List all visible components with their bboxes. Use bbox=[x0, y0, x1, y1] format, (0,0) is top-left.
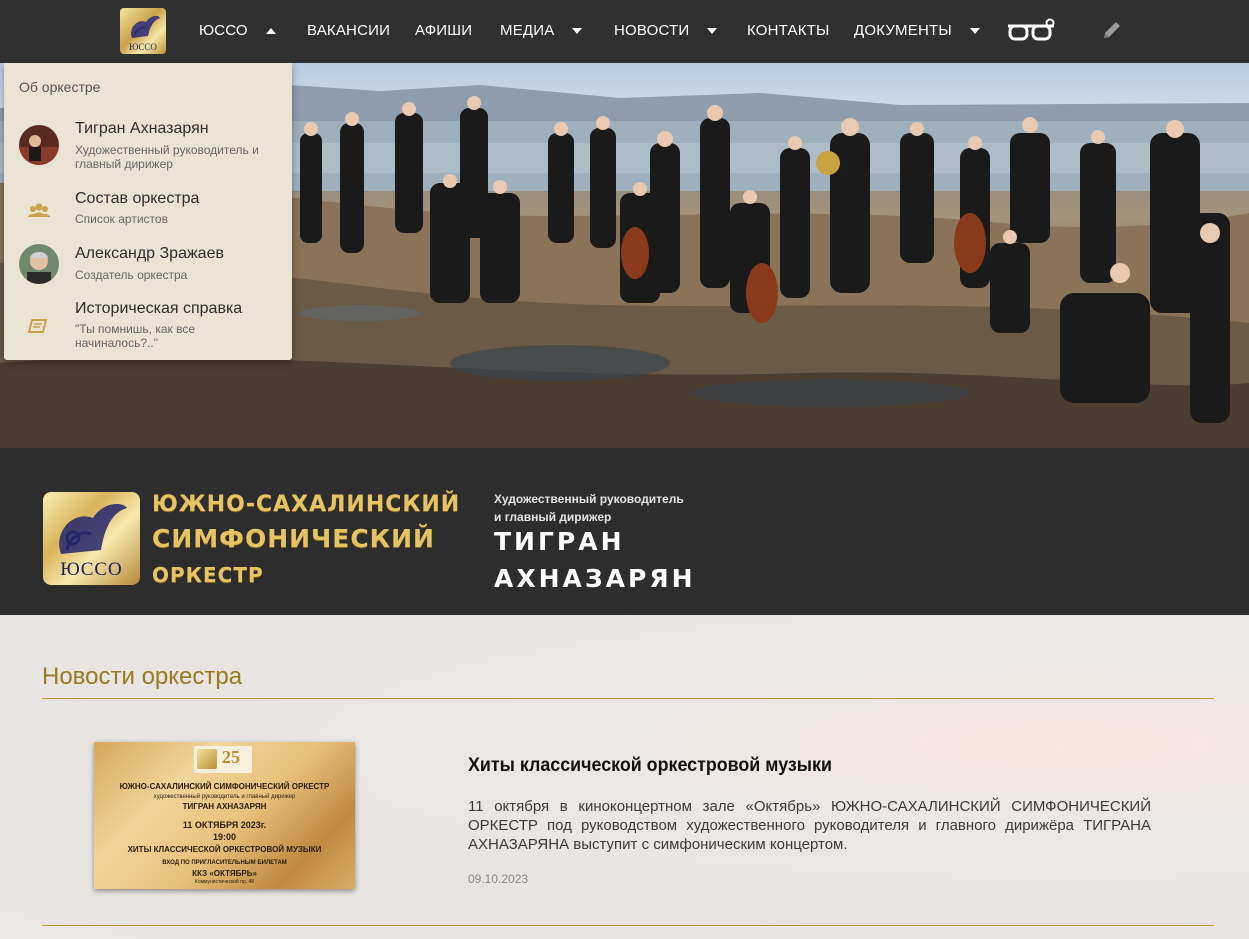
nav-item-vacancies[interactable]: ВАКАНСИИ bbox=[307, 0, 390, 63]
news-poster-image[interactable]: 25 ЮЖНО-САХАЛИНСКИЙ СИМФОНИЧЕСКИЙ ОРКЕСТ… bbox=[94, 742, 355, 889]
usso-dropdown-menu: Об оркестре Тигран Ахназарян Художествен… bbox=[4, 63, 292, 360]
poster-logo bbox=[197, 749, 217, 769]
logo-text: ЮССО bbox=[60, 559, 123, 580]
orchestra-logo[interactable]: ЮССО bbox=[43, 492, 140, 585]
poster-badge-number: 25 bbox=[222, 747, 240, 767]
caret-down-icon bbox=[572, 28, 583, 35]
orchestra-name-line3: ОРКЕСТР bbox=[152, 563, 264, 587]
orchestra-name-line2: СИМФОНИЧЕСКИЙ bbox=[152, 524, 435, 553]
dropdown-item-title: Историческая справка bbox=[75, 300, 243, 317]
nav-item-documents[interactable]: ДОКУМЕНТЫ bbox=[854, 0, 980, 63]
nav-item-media[interactable]: МЕДИА bbox=[500, 0, 583, 63]
nav-item-label: НОВОСТИ bbox=[614, 22, 690, 39]
nav-item-contacts[interactable]: КОНТАКТЫ bbox=[747, 0, 830, 63]
nav-item-label: МЕДИА bbox=[500, 22, 555, 39]
nav-item-label: ЮССО bbox=[199, 22, 248, 39]
dropdown-item-founder[interactable]: Александр Зражаев Создатель оркестра bbox=[4, 243, 292, 295]
dropdown-item-subtitle: "Ты помнишь, как все начиналось?.." bbox=[75, 322, 196, 350]
orchestra-name-line1: ЮЖНО-САХАЛИНСКИЙ bbox=[152, 492, 461, 517]
nav-item-news[interactable]: НОВОСТИ bbox=[614, 0, 718, 63]
nav-item-label: КОНТАКТЫ bbox=[747, 22, 830, 39]
poster-line: Коммунистический пр. 48 bbox=[194, 879, 255, 885]
dropdown-item-title: Состав оркестра bbox=[75, 190, 200, 207]
conductor-name-line1: ТИГРАН bbox=[494, 527, 625, 556]
nav-item-label: ДОКУМЕНТЫ bbox=[854, 22, 952, 39]
people-icon bbox=[26, 201, 52, 221]
dropdown-item-subtitle: Список артистов bbox=[75, 212, 168, 226]
dropdown-item-history[interactable]: Историческая справка "Ты помнишь, как вс… bbox=[4, 297, 292, 350]
caret-up-icon bbox=[265, 28, 276, 35]
news-item-date: 09.10.2023 bbox=[468, 872, 529, 886]
scroll-icon bbox=[26, 316, 52, 336]
dropdown-item-conductor[interactable]: Тигран Ахназарян Художественный руководи… bbox=[4, 119, 292, 171]
news-section: Новости оркестра 25 ЮЖНО-САХАЛИНСКИЙ СИМ… bbox=[0, 615, 1249, 939]
dropdown-item-title: Тигран Ахназарян bbox=[75, 120, 209, 137]
poster-line: 11 ОКТЯБРЯ 2023г. bbox=[182, 820, 267, 830]
poster-line: ККЗ «ОКТЯБРЬ» bbox=[192, 869, 257, 878]
divider bbox=[42, 698, 1214, 699]
poster-line: ТИГРАН АХНАЗАРЯН bbox=[182, 802, 267, 811]
news-item-body: 11 октября в киноконцертном зале «Октябр… bbox=[468, 798, 1151, 853]
top-navbar: ЮССО ЮССО ВАКАНСИИ АФИШИ МЕДИА НОВОСТИ К… bbox=[0, 0, 1249, 63]
caret-down-icon bbox=[707, 28, 718, 35]
conductor-name-line2: АХНАЗАРЯН bbox=[494, 564, 696, 593]
conductor-role-line1: Художественный руководитель bbox=[494, 492, 684, 506]
poster-badge: 25 bbox=[194, 746, 252, 773]
nav-item-usso[interactable]: ЮССО bbox=[199, 0, 276, 63]
conductor-role-line2: и главный дирижер bbox=[494, 510, 612, 524]
poster-line: художественный руководитель и главный ди… bbox=[153, 794, 296, 800]
nav-logo-text: ЮССО bbox=[129, 42, 157, 52]
poster-line: ХИТЫ КЛАССИЧЕСКОЙ ОРКЕСТРОВОЙ МУЗЫКИ bbox=[127, 845, 322, 854]
poster-line: ЮЖНО-САХАЛИНСКИЙ СИМФОНИЧЕСКИЙ ОРКЕСТР bbox=[119, 782, 330, 791]
dropdown-item-ensemble[interactable]: Состав оркестра Список артистов bbox=[4, 187, 292, 239]
glasses-icon[interactable] bbox=[1006, 18, 1056, 44]
dropdown-header: Об оркестре bbox=[19, 79, 101, 95]
dropdown-item-subtitle: Создатель оркестра bbox=[75, 268, 188, 282]
dropdown-item-subtitle: Художественный руководитель и главный ди… bbox=[75, 143, 259, 171]
nav-item-posters[interactable]: АФИШИ bbox=[415, 0, 472, 63]
poster-line: ВХОД ПО ПРИГЛАСИТЕЛЬНЫМ БИЛЕТАМ bbox=[162, 860, 287, 866]
divider bbox=[42, 925, 1214, 926]
avatar bbox=[19, 125, 59, 165]
dropdown-item-title: Александр Зражаев bbox=[75, 245, 224, 262]
poster-line: 19:00 bbox=[212, 832, 237, 842]
news-heading: Новости оркестра bbox=[42, 663, 243, 690]
nav-logo[interactable]: ЮССО bbox=[120, 8, 166, 54]
news-item-title[interactable]: Хиты классической оркестровой музыки bbox=[468, 755, 832, 777]
avatar bbox=[19, 244, 59, 284]
nav-item-label: ВАКАНСИИ bbox=[307, 22, 391, 39]
pencil-icon[interactable] bbox=[1101, 19, 1123, 41]
nav-item-label: АФИШИ bbox=[415, 22, 473, 39]
caret-down-icon bbox=[969, 28, 980, 35]
